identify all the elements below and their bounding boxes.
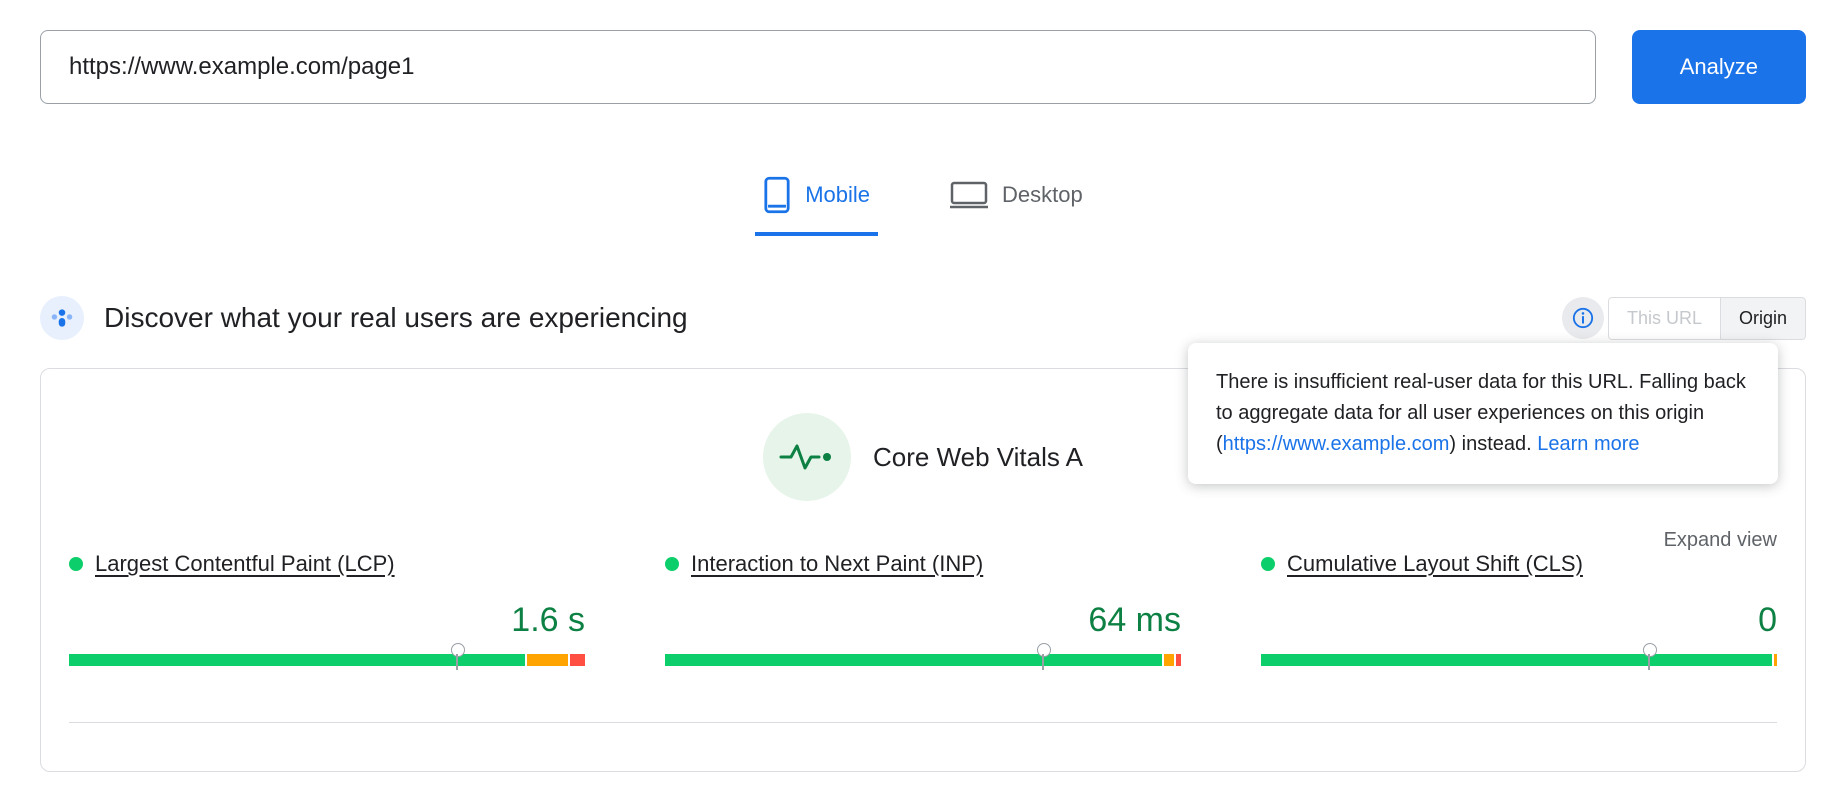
tooltip-text-mid: ) instead. xyxy=(1449,433,1537,455)
status-dot-icon xyxy=(69,557,83,571)
tooltip-origin-link[interactable]: https://www.example.com xyxy=(1223,433,1450,455)
search-row: Analyze xyxy=(40,30,1806,104)
section-header: Discover what your real users are experi… xyxy=(40,296,1806,340)
status-dot-icon xyxy=(665,557,679,571)
desktop-icon xyxy=(950,181,988,209)
metric-bar-inp xyxy=(665,654,1181,666)
section-title-wrap: Discover what your real users are experi… xyxy=(40,296,688,340)
users-icon xyxy=(40,296,84,340)
metric-cls: Cumulative Layout Shift (CLS) 0 xyxy=(1261,551,1777,666)
metric-name-inp[interactable]: Interaction to Next Paint (INP) xyxy=(691,551,983,577)
tooltip-learn-more-link[interactable]: Learn more xyxy=(1537,433,1639,455)
tab-desktop[interactable]: Desktop xyxy=(942,164,1091,236)
tab-mobile-label: Mobile xyxy=(805,182,870,208)
pulse-icon xyxy=(763,413,851,501)
scope-origin-button[interactable]: Origin xyxy=(1721,297,1806,340)
device-tabs: Mobile Desktop xyxy=(40,164,1806,236)
url-input[interactable] xyxy=(40,30,1596,104)
scope-group: This URL Origin There is insufficient re… xyxy=(1562,297,1806,340)
divider xyxy=(69,722,1777,723)
tab-desktop-label: Desktop xyxy=(1002,182,1083,208)
metric-name-cls[interactable]: Cumulative Layout Shift (CLS) xyxy=(1287,551,1583,577)
section-title: Discover what your real users are experi… xyxy=(104,302,688,334)
scope-toggle: This URL Origin xyxy=(1608,297,1806,340)
vitals-title: Core Web Vitals A xyxy=(873,442,1083,473)
analyze-button[interactable]: Analyze xyxy=(1632,30,1806,104)
metric-name-lcp[interactable]: Largest Contentful Paint (LCP) xyxy=(95,551,395,577)
mobile-icon xyxy=(763,176,791,214)
metric-inp: Interaction to Next Paint (INP) 64 ms xyxy=(665,551,1181,666)
metrics-row: Largest Contentful Paint (LCP) 1.6 s Int… xyxy=(69,531,1777,666)
tab-mobile[interactable]: Mobile xyxy=(755,164,878,236)
metric-lcp: Largest Contentful Paint (LCP) 1.6 s xyxy=(69,551,585,666)
insufficient-data-tooltip: There is insufficient real-user data for… xyxy=(1188,343,1778,484)
info-icon[interactable] xyxy=(1562,297,1604,339)
metric-bar-lcp xyxy=(69,654,585,666)
metric-value-lcp: 1.6 s xyxy=(69,601,585,640)
status-dot-icon xyxy=(1261,557,1275,571)
scope-this-url-button[interactable]: This URL xyxy=(1608,297,1721,340)
expand-view-link[interactable]: Expand view xyxy=(1664,529,1777,552)
metric-value-inp: 64 ms xyxy=(665,601,1181,640)
metric-value-cls: 0 xyxy=(1261,601,1777,640)
metric-bar-cls xyxy=(1261,654,1777,666)
